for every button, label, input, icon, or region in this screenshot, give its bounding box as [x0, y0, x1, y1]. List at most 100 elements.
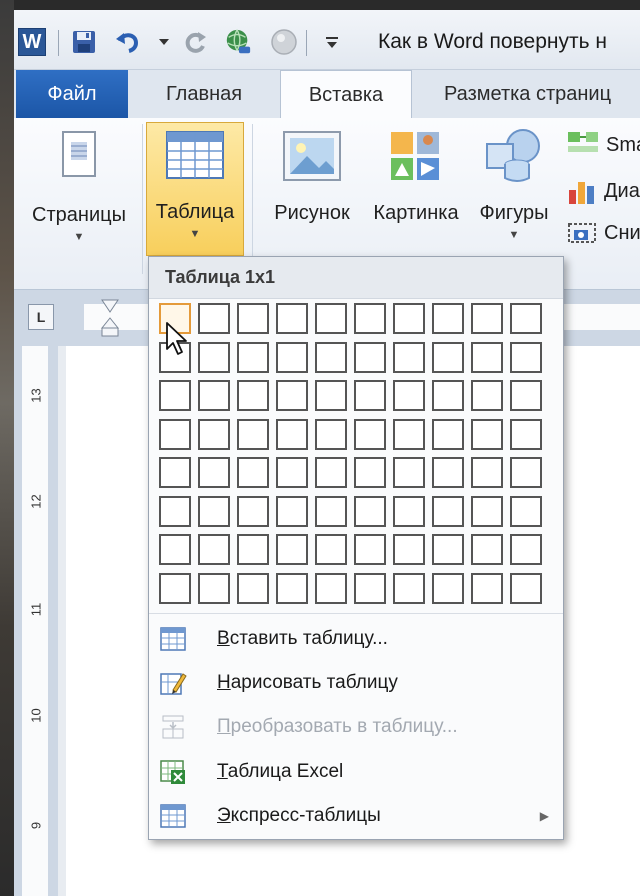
table-grid-cell[interactable]	[237, 418, 269, 450]
table-grid-cell[interactable]	[159, 495, 191, 527]
table-grid-cell[interactable]	[432, 418, 464, 450]
table-grid-cell[interactable]	[471, 380, 503, 411]
table-grid-cell[interactable]	[159, 534, 191, 565]
word-app-icon[interactable]: W	[18, 28, 46, 56]
table-grid-cell[interactable]	[159, 457, 191, 488]
table-grid-cell[interactable]	[315, 303, 347, 334]
table-grid-cell[interactable]	[393, 380, 425, 411]
table-grid-cell[interactable]	[432, 457, 464, 488]
table-grid-cell[interactable]	[159, 418, 191, 450]
menu-item-insert-table[interactable]: Вставить таблицу...	[149, 617, 563, 661]
table-grid-cell[interactable]	[354, 418, 386, 450]
table-grid-cell[interactable]	[276, 534, 308, 565]
table-grid-cell[interactable]	[315, 495, 347, 527]
table-grid-cell[interactable]	[198, 495, 230, 527]
table-grid-cell[interactable]	[510, 303, 542, 334]
table-grid-cell[interactable]	[237, 534, 269, 565]
circle-button-icon[interactable]	[270, 28, 298, 56]
table-grid-cell[interactable]	[510, 341, 542, 373]
table-grid-cell[interactable]	[432, 572, 464, 604]
table-grid-cell[interactable]	[276, 418, 308, 450]
clipart-button[interactable]: Картинка	[364, 128, 468, 225]
customize-toolbar-icon[interactable]	[318, 28, 346, 56]
table-grid-cell[interactable]	[315, 534, 347, 565]
table-grid-cell[interactable]	[471, 534, 503, 565]
table-button[interactable]: Таблица ▼	[146, 122, 244, 256]
table-grid-cell[interactable]	[198, 418, 230, 450]
menu-item-draw-table[interactable]: Нарисовать таблицу	[149, 661, 563, 705]
table-grid-cell[interactable]	[393, 495, 425, 527]
table-grid-cell[interactable]	[354, 341, 386, 373]
table-grid-cell[interactable]	[354, 495, 386, 527]
table-grid-cell[interactable]	[315, 457, 347, 488]
table-grid-cell[interactable]	[393, 534, 425, 565]
table-grid-cell[interactable]	[276, 495, 308, 527]
table-grid-cell[interactable]	[471, 572, 503, 604]
menu-item-quick-tables[interactable]: Экспресс-таблицы ▶	[149, 794, 563, 838]
globe-icon[interactable]	[224, 28, 252, 56]
tab-home[interactable]: Главная	[144, 70, 264, 118]
menu-item-excel-table[interactable]: Таблица Excel	[149, 750, 563, 794]
table-grid-cell[interactable]	[276, 380, 308, 411]
table-grid-cell[interactable]	[393, 303, 425, 334]
table-grid-cell[interactable]	[198, 341, 230, 373]
tab-stop-selector[interactable]: L	[28, 304, 54, 330]
table-grid-cell[interactable]	[432, 380, 464, 411]
table-grid-cell[interactable]	[315, 341, 347, 373]
table-grid-cell[interactable]	[510, 495, 542, 527]
table-grid-cell[interactable]	[198, 380, 230, 411]
table-grid-cell[interactable]	[354, 303, 386, 334]
chart-button[interactable]: Диа	[566, 176, 640, 206]
undo-dropdown-icon[interactable]	[150, 28, 178, 56]
table-grid-cell[interactable]	[315, 380, 347, 411]
table-grid-cell[interactable]	[471, 303, 503, 334]
table-grid-cell[interactable]	[237, 457, 269, 488]
tab-insert[interactable]: Вставка	[280, 70, 412, 119]
table-grid-cell[interactable]	[237, 380, 269, 411]
table-grid-cell[interactable]	[510, 418, 542, 450]
table-grid-cell[interactable]	[432, 341, 464, 373]
table-grid-cell[interactable]	[393, 341, 425, 373]
table-grid-cell[interactable]	[237, 341, 269, 373]
save-icon[interactable]	[70, 28, 98, 56]
table-grid-cell[interactable]	[471, 495, 503, 527]
table-grid-cell[interactable]	[471, 341, 503, 373]
table-grid-cell[interactable]	[510, 380, 542, 411]
table-grid-cell[interactable]	[354, 534, 386, 565]
table-grid-cell[interactable]	[276, 341, 308, 373]
table-grid-cell[interactable]	[276, 303, 308, 334]
table-grid-cell[interactable]	[198, 572, 230, 604]
table-grid-cell[interactable]	[393, 572, 425, 604]
table-grid-cell[interactable]	[510, 457, 542, 488]
tab-file[interactable]: Файл	[16, 70, 128, 118]
table-grid-cell[interactable]	[315, 418, 347, 450]
shapes-button[interactable]: Фигуры ▼	[470, 128, 558, 241]
table-grid-cell[interactable]	[159, 572, 191, 604]
table-grid-cell[interactable]	[276, 572, 308, 604]
screenshot-button[interactable]: Сни	[566, 218, 640, 248]
smartart-button[interactable]: Sma	[566, 130, 640, 160]
table-grid-cell[interactable]	[198, 457, 230, 488]
table-grid-cell[interactable]	[471, 457, 503, 488]
table-grid-cell[interactable]	[393, 457, 425, 488]
table-grid-cell[interactable]	[432, 303, 464, 334]
pages-button[interactable]: Страницы ▼	[20, 128, 138, 243]
table-grid-cell[interactable]	[393, 418, 425, 450]
table-grid-cell[interactable]	[237, 495, 269, 527]
table-grid-cell[interactable]	[510, 572, 542, 604]
table-grid-cell[interactable]	[315, 572, 347, 604]
table-grid-cell[interactable]	[354, 457, 386, 488]
tab-page-layout[interactable]: Разметка страниц	[428, 70, 640, 118]
table-grid-cell[interactable]	[198, 303, 230, 334]
table-grid-cell[interactable]	[159, 380, 191, 411]
table-grid-cell[interactable]	[354, 572, 386, 604]
table-grid-cell[interactable]	[432, 534, 464, 565]
table-grid-cell[interactable]	[198, 534, 230, 565]
indent-marker-icon[interactable]	[100, 298, 120, 338]
undo-icon[interactable]	[114, 28, 142, 56]
picture-button[interactable]: Рисунок	[264, 128, 360, 225]
table-grid-cell[interactable]	[237, 572, 269, 604]
table-grid-cell[interactable]	[432, 495, 464, 527]
table-grid-cell[interactable]	[510, 534, 542, 565]
table-grid-cell[interactable]	[276, 457, 308, 488]
